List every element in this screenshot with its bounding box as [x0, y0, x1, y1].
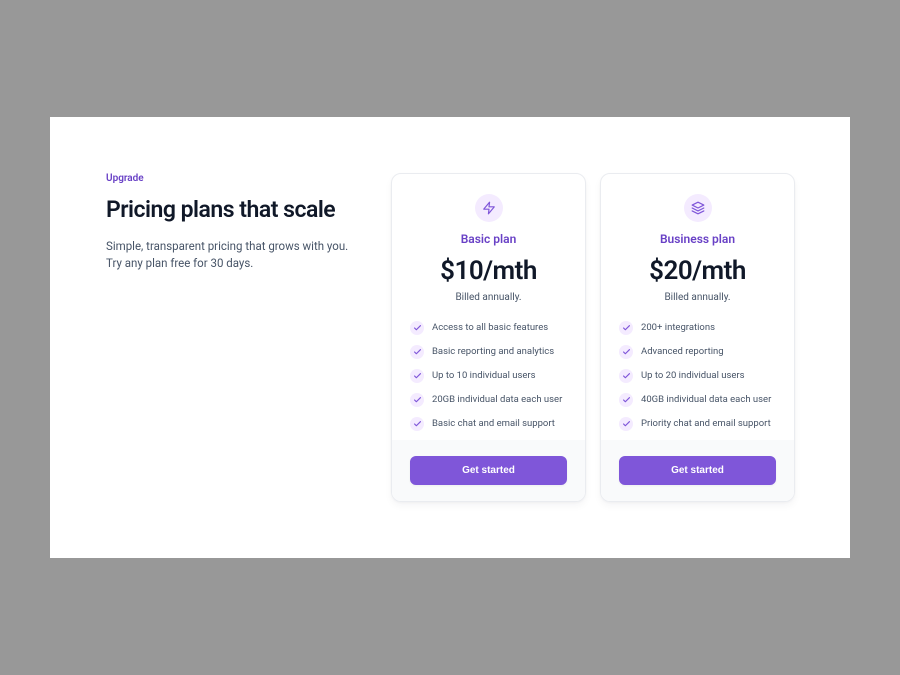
list-item: 20GB individual data each user [410, 393, 567, 407]
feature-text: Up to 10 individual users [432, 369, 536, 382]
feature-list: Access to all basic features Basic repor… [392, 321, 585, 440]
list-item: Advanced reporting [619, 345, 776, 359]
billing-note: Billed annually. [664, 292, 730, 303]
get-started-button[interactable]: Get started [619, 456, 776, 485]
feature-text: Basic chat and email support [432, 417, 555, 430]
check-icon [619, 417, 633, 431]
subheading: Upgrade [106, 173, 351, 184]
get-started-button[interactable]: Get started [410, 456, 567, 485]
feature-text: Priority chat and email support [641, 417, 771, 430]
feature-text: 20GB individual data each user [432, 393, 562, 406]
pricing-card-basic: Basic plan $10/mth Billed annually. Acce… [391, 173, 586, 502]
card-header: Business plan $20/mth Billed annually. [601, 174, 794, 321]
pricing-cards: Basic plan $10/mth Billed annually. Acce… [391, 173, 795, 502]
list-item: Basic chat and email support [410, 417, 567, 431]
plan-price: $20/mth [649, 256, 746, 286]
plan-price: $10/mth [440, 256, 537, 286]
check-icon [619, 321, 633, 335]
card-header: Basic plan $10/mth Billed annually. [392, 174, 585, 321]
check-icon [619, 345, 633, 359]
plan-name: Basic plan [461, 232, 517, 246]
check-icon [410, 393, 424, 407]
check-icon [619, 369, 633, 383]
list-item: Up to 20 individual users [619, 369, 776, 383]
card-footer: Get started [601, 440, 794, 501]
pricing-card-business: Business plan $20/mth Billed annually. 2… [600, 173, 795, 502]
check-icon [619, 393, 633, 407]
card-footer: Get started [392, 440, 585, 501]
list-item: 40GB individual data each user [619, 393, 776, 407]
feature-text: Advanced reporting [641, 345, 724, 358]
list-item: Basic reporting and analytics [410, 345, 567, 359]
zap-icon [475, 194, 503, 222]
feature-text: Access to all basic features [432, 321, 548, 334]
check-icon [410, 321, 424, 335]
supporting-text: Simple, transparent pricing that grows w… [106, 238, 351, 274]
check-icon [410, 345, 424, 359]
check-icon [410, 417, 424, 431]
pricing-container: Upgrade Pricing plans that scale Simple,… [50, 117, 850, 558]
feature-list: 200+ integrations Advanced reporting Up … [601, 321, 794, 440]
feature-text: 200+ integrations [641, 321, 715, 334]
plan-name: Business plan [660, 232, 735, 246]
list-item: Access to all basic features [410, 321, 567, 335]
list-item: Priority chat and email support [619, 417, 776, 431]
list-item: Up to 10 individual users [410, 369, 567, 383]
billing-note: Billed annually. [455, 292, 521, 303]
layers-icon [684, 194, 712, 222]
feature-text: Up to 20 individual users [641, 369, 745, 382]
feature-text: Basic reporting and analytics [432, 345, 554, 358]
list-item: 200+ integrations [619, 321, 776, 335]
page-title: Pricing plans that scale [106, 196, 351, 224]
feature-text: 40GB individual data each user [641, 393, 771, 406]
header-section: Upgrade Pricing plans that scale Simple,… [106, 173, 351, 502]
check-icon [410, 369, 424, 383]
